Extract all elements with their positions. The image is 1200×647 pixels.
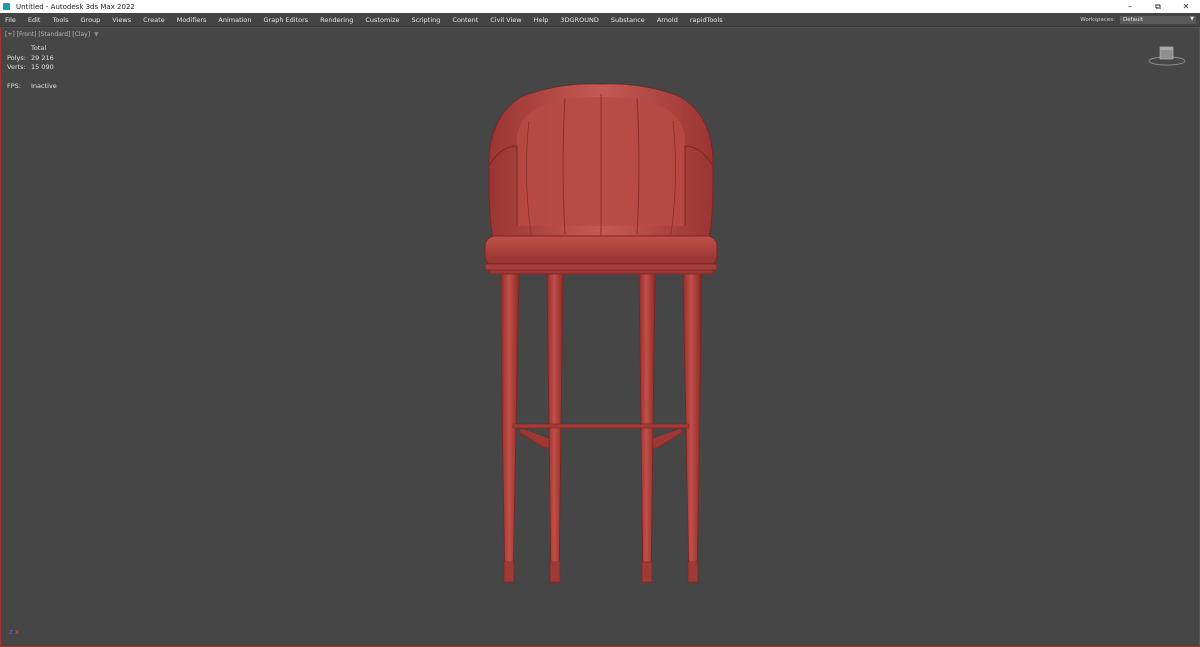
- viewport-label-menu[interactable]: [+] [Front] [Standard] [Clay] ▼: [5, 31, 99, 38]
- verts-value: 15 090: [31, 63, 54, 71]
- stats-header: Total: [31, 44, 47, 52]
- menu-edit[interactable]: Edit: [22, 16, 47, 24]
- menu-modifiers[interactable]: Modifiers: [171, 16, 213, 24]
- statistics-overlay: Total Polys: 29 216 Verts: 15 090 FPS: Inac…: [7, 44, 57, 91]
- menu-3dground[interactable]: 3DGROUND: [554, 16, 604, 24]
- bar-stool-model: [484, 83, 718, 583]
- window-controls: – ⧉ ✕: [1116, 0, 1200, 13]
- polys-value: 29 216: [31, 53, 54, 62]
- workspaces-label: Workspaces:: [1080, 16, 1115, 23]
- menu-graph-editors[interactable]: Graph Editors: [258, 16, 315, 24]
- axis-tripod-icon: z x: [9, 628, 19, 636]
- minimize-button[interactable]: –: [1116, 0, 1144, 13]
- menu-animation[interactable]: Animation: [212, 16, 257, 24]
- app-logo-icon: [3, 3, 10, 10]
- menu-substance[interactable]: Substance: [605, 16, 651, 24]
- menu-rendering[interactable]: Rendering: [314, 16, 359, 24]
- menu-customize[interactable]: Customize: [359, 16, 405, 24]
- fps-label: FPS:: [7, 81, 21, 90]
- maximize-button[interactable]: ⧉: [1144, 0, 1172, 13]
- window-title: Untitled - Autodesk 3ds Max 2022: [16, 2, 135, 11]
- viewport-label[interactable]: [+] [Front] [Standard] [Clay]: [5, 31, 90, 38]
- axis-x-label: x: [14, 628, 20, 636]
- menu-scripting[interactable]: Scripting: [406, 16, 447, 24]
- chevron-down-icon: ▼: [1190, 15, 1194, 22]
- menu-file[interactable]: File: [0, 16, 22, 24]
- workspaces-value: Default: [1123, 16, 1144, 23]
- menu-help[interactable]: Help: [528, 16, 555, 24]
- fps-value: Inactive: [31, 81, 57, 90]
- workspaces-dropdown[interactable]: Default ▼: [1120, 15, 1196, 24]
- verts-label: Verts:: [7, 63, 26, 71]
- menu-arnold[interactable]: Arnold: [651, 16, 684, 24]
- polys-label: Polys:: [7, 53, 26, 62]
- close-button[interactable]: ✕: [1172, 0, 1200, 13]
- menu-civil-view[interactable]: Civil View: [484, 16, 527, 24]
- axis-z-label: z: [9, 628, 13, 636]
- menu-group[interactable]: Group: [75, 16, 107, 24]
- filter-icon[interactable]: ▼: [94, 31, 99, 38]
- menu-bar: File Edit Tools Group Views Create Modif…: [0, 13, 1200, 27]
- viewport-front[interactable]: [+] [Front] [Standard] [Clay] ▼ Total Pol…: [0, 27, 1200, 647]
- menu-rapidtools[interactable]: rapidTools: [684, 16, 729, 24]
- title-bar: Untitled - Autodesk 3ds Max 2022 – ⧉ ✕: [0, 0, 1200, 13]
- menu-views[interactable]: Views: [106, 16, 137, 24]
- menu-tools[interactable]: Tools: [46, 16, 74, 24]
- menu-create[interactable]: Create: [137, 16, 171, 24]
- viewcube-icon[interactable]: [1147, 45, 1187, 67]
- workspaces: Workspaces: Default ▼: [1080, 13, 1196, 26]
- menu-content[interactable]: Content: [446, 16, 484, 24]
